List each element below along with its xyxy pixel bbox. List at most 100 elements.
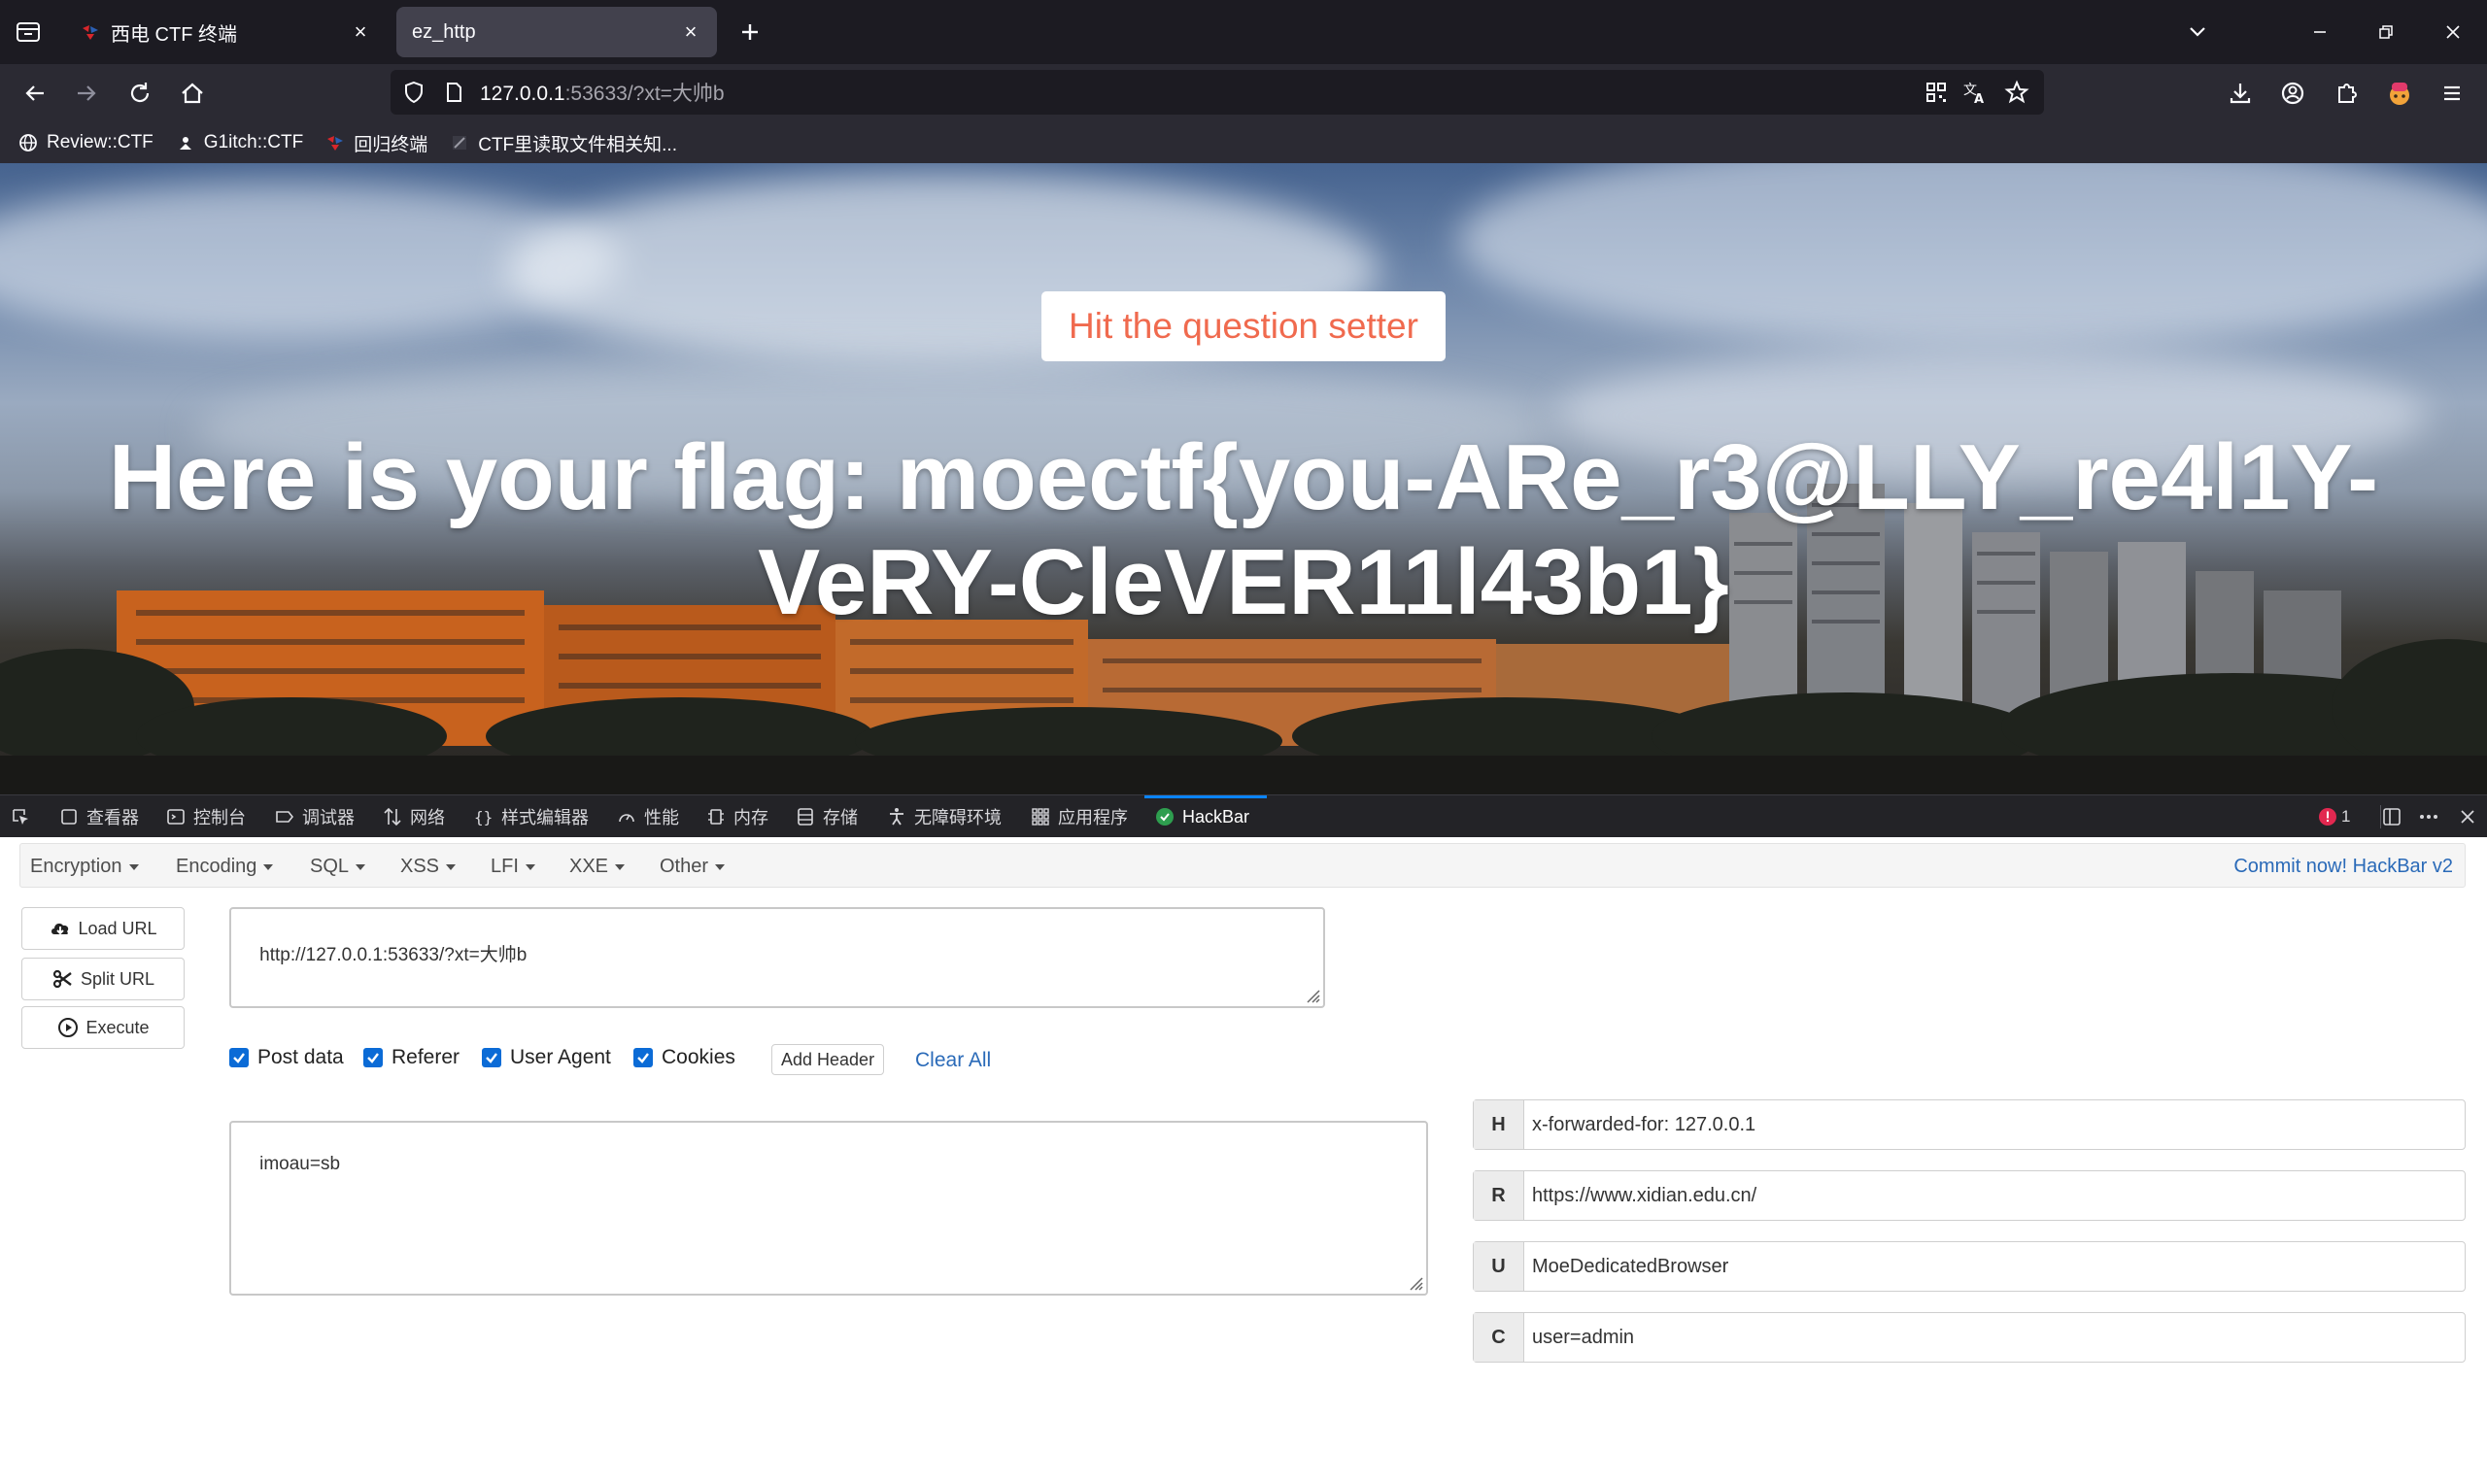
hackbar-menu-bar: Encryption Encoding SQL XSS LFI XXE Othe… (19, 843, 2466, 888)
bookmark-review-ctf[interactable]: Review::CTF (17, 132, 153, 153)
dock-side-icon[interactable] (2380, 805, 2403, 828)
load-url-button[interactable]: Load URL (21, 907, 185, 950)
add-header-button[interactable]: Add Header (771, 1044, 885, 1075)
tab-overflow-chevron-icon[interactable] (2183, 17, 2212, 47)
tracking-protection-shield-icon[interactable] (400, 79, 427, 106)
hackbar-version: HackBar v2 (2352, 856, 2453, 877)
back-icon[interactable] (19, 78, 51, 109)
checkmark-icon (363, 1048, 383, 1067)
minimize-icon[interactable] (2305, 17, 2334, 47)
header-row-referer: R https://www.xidian.edu.cn/ (1473, 1170, 2466, 1221)
performance-icon (616, 806, 637, 827)
split-url-button[interactable]: Split URL (21, 958, 185, 1000)
url-bar[interactable]: 127.0.0.1:53633/?xt=大帅b 文A (391, 70, 2044, 115)
menu-encoding[interactable]: Encoding (176, 856, 274, 878)
execute-button[interactable]: Execute (21, 1006, 185, 1049)
devtools-tab-accessibility[interactable]: 无障碍环境 (886, 795, 1002, 838)
devtools-tab-hackbar[interactable]: HackBar (1154, 795, 1249, 838)
element-picker-icon[interactable] (10, 795, 38, 838)
caret-down-icon (715, 863, 726, 870)
bookmark-label: G1itch::CTF (203, 132, 304, 152)
tab-list-icon[interactable] (14, 17, 43, 47)
close-window-icon[interactable] (2438, 17, 2468, 47)
commit-link[interactable]: Commit now! HackBar v2 (2233, 856, 2453, 878)
cookies-checkbox[interactable]: Cookies (633, 1046, 735, 1069)
devtools-tab-storage[interactable]: 存储 (795, 795, 858, 838)
devtools-tab-debugger[interactable]: 调试器 (274, 795, 355, 838)
new-tab-icon[interactable] (734, 17, 766, 48)
menu-encryption[interactable]: Encryption (30, 856, 139, 878)
resize-grip-icon[interactable] (1304, 987, 1321, 1004)
tab-bar: 西电 CTF 终端 × ez_http × (0, 0, 2487, 64)
downloads-icon[interactable] (2225, 78, 2256, 109)
error-count-badge[interactable]: 1 (2318, 805, 2350, 828)
qr-code-icon[interactable] (1922, 78, 1951, 107)
globe-icon (17, 132, 39, 153)
checkmark-icon (229, 1048, 249, 1067)
header-row-x-forwarded-for: H x-forwarded-for: 127.0.0.1 (1473, 1099, 2466, 1150)
referer-checkbox[interactable]: Referer (363, 1046, 460, 1069)
error-count: 1 (2341, 807, 2351, 826)
devtools-tab-memory[interactable]: 内存 (705, 795, 768, 838)
bookmark-ctf-file-read[interactable]: CTF里读取文件相关知... (449, 130, 677, 156)
devtools-tab-inspector[interactable]: 查看器 (58, 795, 139, 838)
caret-down-icon (263, 863, 274, 870)
close-tab-icon[interactable]: × (350, 19, 371, 44)
bookmark-g1itch-ctf[interactable]: G1itch::CTF (175, 132, 303, 153)
devtools-tab-label: 应用程序 (1058, 808, 1128, 827)
menu-xss[interactable]: XSS (400, 856, 457, 878)
style-editor-icon: {} (473, 806, 494, 827)
hit-question-setter-button[interactable]: Hit the question setter (1041, 291, 1446, 361)
post-data-textarea[interactable]: imoau=sb (229, 1121, 1428, 1296)
more-options-icon[interactable] (2417, 805, 2440, 828)
devtools-tab-console[interactable]: 控制台 (165, 795, 246, 838)
menu-lfi[interactable]: LFI (491, 856, 535, 878)
menu-other[interactable]: Other (660, 856, 726, 878)
home-icon[interactable] (177, 78, 208, 109)
header-value-input[interactable]: https://www.xidian.edu.cn/ (1524, 1171, 2465, 1220)
devtools-tab-network[interactable]: 网络 (382, 795, 445, 838)
network-icon (382, 806, 403, 827)
tab-xidian-ctf[interactable]: 西电 CTF 终端 × (64, 7, 387, 57)
tab-title: ez_http (412, 20, 476, 43)
tab-ez-http[interactable]: ez_http × (396, 7, 717, 57)
user-agent-checkbox[interactable]: User Agent (482, 1046, 611, 1069)
bookmark-return-terminal[interactable]: 回归终端 (324, 130, 427, 156)
restore-icon[interactable] (2371, 17, 2401, 47)
devtools-tab-label: 内存 (733, 808, 768, 827)
post-data-checkbox[interactable]: Post data (229, 1046, 344, 1069)
devtools-tab-performance[interactable]: 性能 (616, 795, 679, 838)
reload-icon[interactable] (124, 78, 155, 109)
url-textarea[interactable]: http://127.0.0.1:53633/?xt=大帅b (229, 907, 1325, 1008)
header-value-input[interactable]: x-forwarded-for: 127.0.0.1 (1524, 1100, 2465, 1149)
devtools-tab-application[interactable]: 应用程序 (1030, 795, 1128, 838)
extensions-icon[interactable] (2331, 78, 2362, 109)
devtools-tab-label: 调试器 (302, 808, 355, 827)
clear-all-link[interactable]: Clear All (915, 1049, 991, 1072)
resize-grip-icon[interactable] (1407, 1274, 1424, 1292)
close-devtools-icon[interactable] (2456, 805, 2479, 828)
account-icon[interactable] (2277, 78, 2308, 109)
caret-down-icon (525, 863, 535, 870)
translate-icon[interactable]: 文A (1960, 78, 1990, 107)
menu-xxe[interactable]: XXE (569, 856, 626, 878)
url-text[interactable]: 127.0.0.1:53633/?xt=大帅b (480, 78, 725, 107)
fox-avatar-icon[interactable] (2384, 78, 2415, 109)
forward-icon[interactable] (71, 78, 102, 109)
hackbar-panel: Encryption Encoding SQL XSS LFI XXE Othe… (0, 837, 2487, 1484)
header-value-input[interactable]: MoeDedicatedBrowser (1524, 1242, 2465, 1291)
devtools-tab-label: 控制台 (193, 808, 246, 827)
url-host: 127.0.0.1 (480, 83, 565, 105)
header-key: R (1474, 1171, 1524, 1220)
header-value-input[interactable]: user=admin (1524, 1313, 2465, 1362)
bookmark-star-icon[interactable] (2002, 78, 2031, 107)
play-circle-icon (56, 1016, 80, 1039)
menu-sql[interactable]: SQL (310, 856, 366, 878)
devtools-tab-style-editor[interactable]: {} 样式编辑器 (473, 795, 589, 838)
devtools-tab-label: HackBar (1182, 806, 1250, 826)
caret-down-icon (356, 863, 366, 870)
hamburger-menu-icon[interactable] (2436, 78, 2468, 109)
page-info-icon[interactable] (441, 80, 466, 105)
page-viewport: Hit the question setter Here is your fla… (0, 163, 2487, 794)
close-tab-icon[interactable]: × (680, 19, 701, 44)
